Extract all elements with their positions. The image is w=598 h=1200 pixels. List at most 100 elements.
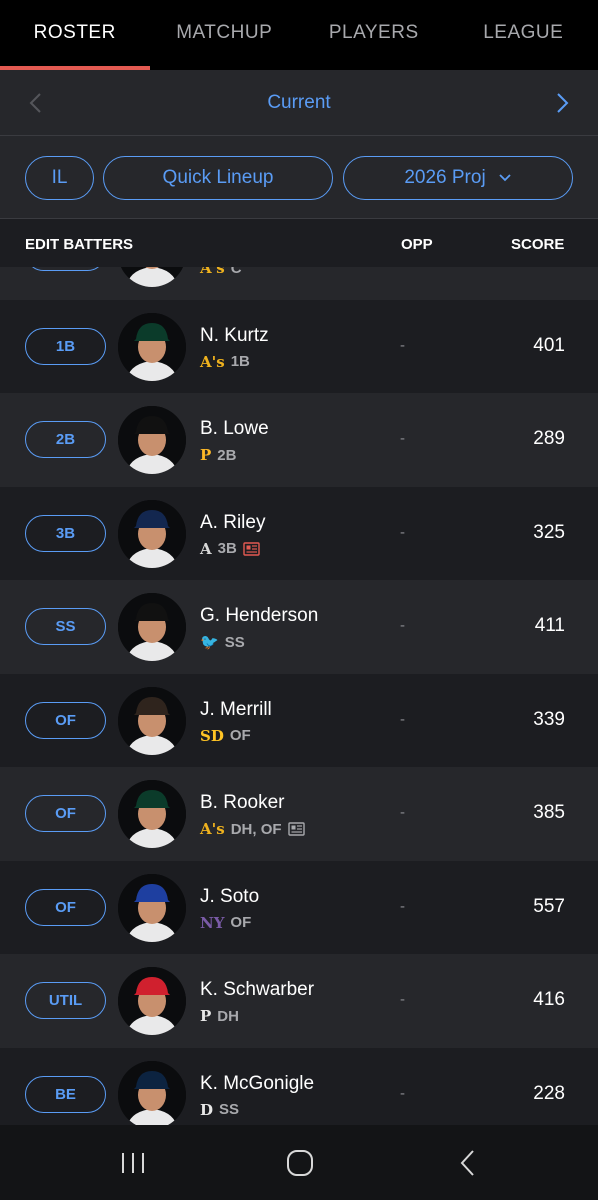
- player-position: DH, OF: [230, 820, 282, 838]
- slot-button[interactable]: 3B: [25, 514, 106, 552]
- opponent-value: -: [400, 617, 405, 634]
- player-avatar[interactable]: [118, 1060, 186, 1125]
- player-meta: NY OF: [200, 914, 251, 932]
- player-photo-icon: [118, 873, 186, 942]
- score-value: 228: [533, 1082, 565, 1104]
- chevron-down-icon: [499, 174, 511, 182]
- player-name[interactable]: J. Merrill: [200, 699, 272, 721]
- tab-roster[interactable]: ROSTER: [0, 0, 150, 70]
- news-icon[interactable]: [243, 541, 260, 556]
- player-row[interactable]: OF J. Soto NY OF - 557: [0, 860, 598, 954]
- period-label[interactable]: Current: [0, 70, 598, 136]
- score-value: 411: [534, 615, 565, 636]
- player-avatar[interactable]: [118, 873, 186, 942]
- slot-button[interactable]: BE: [25, 1075, 106, 1113]
- player-avatar[interactable]: [118, 312, 186, 381]
- player-name[interactable]: B. Lowe: [200, 418, 269, 440]
- player-meta: A 3B: [200, 540, 260, 558]
- player-row[interactable]: SS G. Henderson 🐦 SS - 411: [0, 580, 598, 674]
- player-position: OF: [230, 914, 252, 931]
- team-logo-icon: A's: [200, 267, 225, 277]
- projection-dropdown[interactable]: 2026 Proj: [343, 156, 573, 200]
- player-meta: 🐦 SS: [200, 633, 245, 651]
- tab-players[interactable]: PLAYERS: [299, 0, 449, 70]
- period-selector: Current: [0, 70, 598, 136]
- slot-button[interactable]: 1B: [25, 327, 106, 365]
- news-icon[interactable]: [287, 822, 305, 836]
- score-value: 416: [533, 989, 565, 1010]
- edit-batters-header[interactable]: EDIT BATTERS: [25, 236, 133, 253]
- player-avatar[interactable]: [118, 967, 186, 1035]
- opponent-value: -: [400, 430, 405, 447]
- team-logo-icon: SD: [200, 726, 224, 745]
- opponent-value: -: [400, 991, 405, 1008]
- opponent-value: -: [400, 523, 405, 541]
- player-position: SS: [219, 1101, 240, 1118]
- player-avatar[interactable]: [118, 267, 186, 287]
- player-row[interactable]: 3B A. Riley A 3B - 325: [0, 486, 598, 580]
- opponent-value: -: [400, 336, 405, 354]
- slot-button[interactable]: OF: [25, 888, 106, 926]
- player-position: DH: [217, 1007, 239, 1025]
- back-icon[interactable]: [453, 1149, 483, 1177]
- player-row[interactable]: C S. Langeliers A's C - 313: [0, 267, 598, 300]
- player-avatar[interactable]: [118, 686, 186, 755]
- projection-label: 2026 Proj: [404, 167, 486, 188]
- chevron-right-icon[interactable]: [550, 92, 572, 114]
- tab-label: PLAYERS: [328, 22, 419, 43]
- player-row[interactable]: OF J. Merrill SD OF - 339: [0, 673, 598, 767]
- player-photo-icon: [118, 499, 186, 568]
- player-photo-icon: [118, 686, 186, 755]
- player-photo-icon: [118, 406, 186, 474]
- player-position: C: [230, 267, 242, 277]
- player-row[interactable]: 1B N. Kurtz A's 1B - 401: [0, 299, 598, 393]
- team-logo-icon: D: [200, 1100, 214, 1119]
- tab-matchup[interactable]: MATCHUP: [150, 0, 300, 70]
- player-avatar[interactable]: [118, 406, 186, 474]
- slot-button[interactable]: 2B: [25, 421, 106, 458]
- player-position: 3B: [217, 540, 237, 557]
- player-name[interactable]: J. Soto: [200, 886, 259, 908]
- player-photo-icon: [118, 267, 186, 287]
- slot-button[interactable]: OF: [25, 701, 106, 739]
- opponent-value: -: [400, 1084, 405, 1102]
- quick-lineup-label: Quick Lineup: [162, 167, 274, 188]
- player-name[interactable]: K. Schwarber: [200, 979, 314, 1001]
- tab-league[interactable]: LEAGUE: [449, 0, 598, 70]
- player-avatar[interactable]: [118, 593, 186, 661]
- table-header: EDIT BATTERS OPP SCORE: [0, 219, 598, 267]
- player-avatar[interactable]: [118, 499, 186, 568]
- slot-button[interactable]: SS: [25, 608, 106, 645]
- il-label: IL: [51, 167, 68, 188]
- player-meta: A's 1B: [200, 353, 250, 371]
- system-nav-bar: [0, 1125, 598, 1200]
- score-value: 339: [533, 708, 565, 730]
- team-logo-icon: P: [200, 446, 212, 464]
- player-row[interactable]: UTIL K. Schwarber P DH - 416: [0, 954, 598, 1048]
- player-name[interactable]: N. Kurtz: [200, 325, 269, 347]
- home-icon[interactable]: [285, 1149, 315, 1177]
- player-name[interactable]: B. Rooker: [200, 792, 284, 814]
- opponent-value: -: [400, 804, 405, 821]
- player-name[interactable]: G. Henderson: [200, 605, 318, 627]
- il-button[interactable]: IL: [25, 156, 94, 200]
- roster-list[interactable]: C S. Langeliers A's C - 313 1B: [0, 267, 598, 1125]
- tab-label: LEAGUE: [483, 22, 564, 43]
- player-name[interactable]: K. McGonigle: [200, 1073, 314, 1095]
- slot-button[interactable]: OF: [25, 795, 106, 832]
- score-value: 401: [533, 334, 565, 356]
- player-name[interactable]: A. Riley: [200, 512, 265, 534]
- team-logo-icon: NY: [200, 913, 225, 932]
- player-photo-icon: [118, 967, 186, 1035]
- score-value: 557: [533, 895, 565, 917]
- slot-button[interactable]: UTIL: [25, 982, 106, 1019]
- quick-lineup-button[interactable]: Quick Lineup: [103, 156, 333, 200]
- player-row[interactable]: OF B. Rooker A's DH, OF - 385: [0, 767, 598, 861]
- player-row[interactable]: 2B B. Lowe P 2B - 289: [0, 393, 598, 487]
- player-avatar[interactable]: [118, 780, 186, 848]
- team-logo-icon: A's: [200, 352, 225, 371]
- recent-apps-icon[interactable]: [118, 1149, 148, 1177]
- slot-button[interactable]: C: [25, 267, 106, 271]
- player-row[interactable]: BE K. McGonigle D SS - 228: [0, 1047, 598, 1125]
- team-logo-icon: A's: [200, 820, 225, 838]
